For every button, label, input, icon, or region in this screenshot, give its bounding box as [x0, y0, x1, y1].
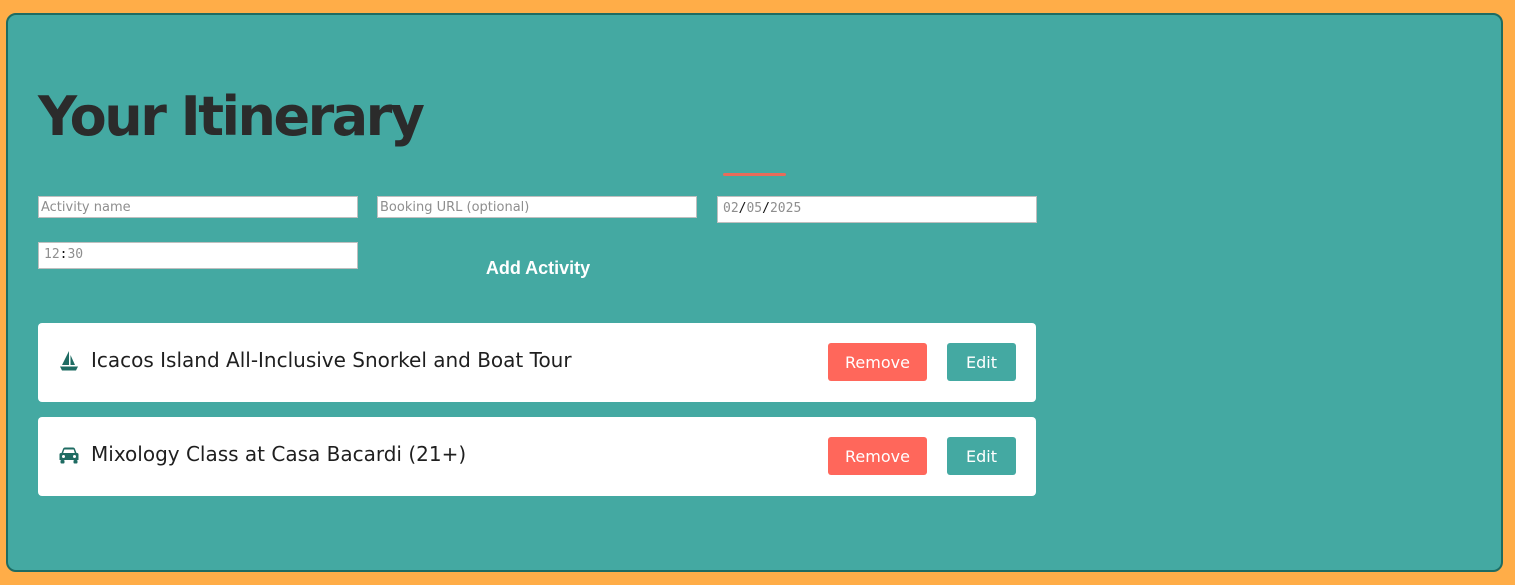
time-minute: 30 [67, 247, 84, 262]
date-input[interactable]: 02/05/2025 [717, 196, 1037, 223]
activity-name-input[interactable] [38, 196, 358, 218]
date-month: 02 [723, 201, 739, 216]
edit-button[interactable]: Edit [947, 437, 1016, 475]
add-activity-button[interactable]: Add Activity [438, 253, 638, 283]
itinerary-panel: Your Itinerary 02/05/2025 12:30 Add Acti… [6, 13, 1503, 572]
activity-card: Icacos Island All-Inclusive Snorkel and … [38, 323, 1036, 402]
remove-button[interactable]: Remove [828, 343, 927, 381]
car-icon [58, 444, 80, 466]
activity-card: Mixology Class at Casa Bacardi (21+) Rem… [38, 417, 1036, 496]
remove-button[interactable]: Remove [828, 437, 927, 475]
date-year: 2025 [769, 201, 802, 216]
time-hour: 12 [44, 247, 60, 262]
sailboat-icon [58, 350, 80, 372]
activity-name: Icacos Island All-Inclusive Snorkel and … [91, 348, 572, 372]
accent-divider [723, 173, 786, 176]
booking-url-input[interactable] [377, 196, 697, 218]
edit-button[interactable]: Edit [947, 343, 1016, 381]
date-day: 05 [746, 201, 763, 216]
date-separator: / [762, 201, 770, 216]
page-title: Your Itinerary [38, 85, 425, 148]
time-input[interactable]: 12:30 [38, 242, 358, 269]
activity-name: Mixology Class at Casa Bacardi (21+) [91, 442, 467, 466]
